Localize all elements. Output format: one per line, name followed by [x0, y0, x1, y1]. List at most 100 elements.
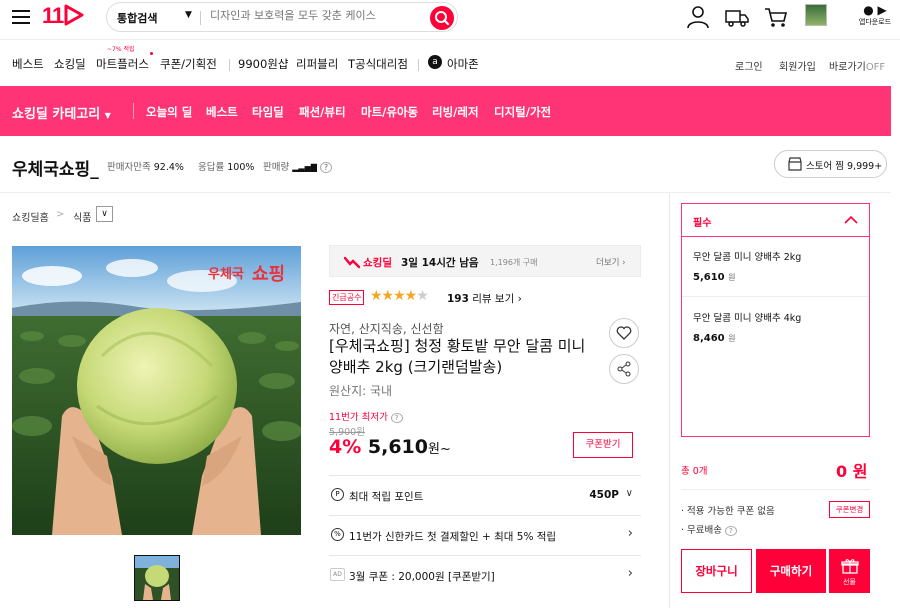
benefit-label: 11번가 신한카드 첫 결제할인 + 최대 5% 적립 — [349, 531, 557, 543]
tab-living-leisure[interactable]: 리빙/레저 — [432, 104, 479, 120]
image-overlay-text-1: 우체국 — [208, 267, 244, 282]
tab-mart-kids[interactable]: 마트/유아동 — [361, 104, 418, 120]
category-dropdown[interactable]: 쇼킹딜 카테고리 ▼ — [12, 103, 111, 122]
product-origin: 원산지: 국내 — [329, 384, 393, 398]
gift-button[interactable]: 선물 — [829, 549, 870, 593]
shortcut-toggle[interactable]: 바로가기OFF — [829, 58, 885, 73]
shocking-deal-bar: 쇼킹딜 카테고리 ▼ 오늘의 딜 베스트 타임딜 패션/뷰티 마트/유아동 리빙… — [0, 86, 891, 136]
rating-stars: ★★★★★ — [370, 288, 429, 304]
chevron-down-icon: ∨ — [625, 488, 633, 499]
info-icon[interactable]: ? — [390, 413, 403, 423]
gift-label: 선물 — [843, 578, 856, 586]
info-icon[interactable]: ? — [725, 526, 737, 536]
seller-name[interactable]: 우체국쇼핑_ — [12, 155, 99, 180]
tab-time-deal[interactable]: 타임딜 — [252, 104, 284, 120]
satisfaction-label: 판매자만족 — [107, 162, 151, 173]
gift-icon — [840, 559, 859, 574]
review-link[interactable]: 193 리뷰 보기 › — [447, 291, 522, 306]
benefit-row-card[interactable]: % 11번가 신한카드 첫 결제할인 + 최대 5% 적립 › — [329, 515, 641, 555]
help-icon[interactable]: ? — [319, 162, 333, 173]
apple-play-icon: ● ▶ — [863, 3, 887, 17]
nav-coupon[interactable]: 쿠폰/기획전 — [160, 56, 217, 72]
nav-shocking-deal[interactable]: 쇼킹딜 — [54, 56, 86, 72]
app-download-label: 앱다운로드 — [858, 18, 892, 26]
option-price-value: 8,460 — [693, 333, 725, 344]
option-item[interactable]: 무안 달콤 미니 양배추 4kg 8,460 원 — [682, 298, 869, 358]
product-image[interactable]: 우체국 쇼핑 — [12, 246, 301, 535]
option-item[interactable]: 무안 달콤 미니 양배추 2kg 5,610 원 — [682, 237, 869, 297]
nav-9900[interactable]: 9900원샵 — [238, 56, 288, 72]
nav-amazon[interactable]: 아마존 — [447, 56, 479, 72]
store-favorite-button[interactable]: 스토어 찜 9,999+ — [774, 150, 887, 178]
tab-today-deal[interactable]: 오늘의 딜 — [146, 104, 192, 120]
deal-purchase-count: 1,196개 구매 — [490, 258, 538, 267]
option-price: 8,460 원 — [693, 333, 736, 344]
satisfaction-value: 92.4% — [153, 162, 184, 173]
add-to-cart-button[interactable]: 장바구니 — [681, 549, 752, 593]
deal-remaining-time: 3일 14시간 남음 — [401, 257, 479, 269]
share-button[interactable] — [609, 354, 639, 384]
cart-icon[interactable] — [763, 4, 789, 30]
nav-mart-plus[interactable]: 마트플러스 — [96, 56, 149, 72]
heart-icon — [616, 326, 632, 340]
mart-point-tag: ~7% 적립 — [107, 46, 135, 53]
login-link[interactable]: 로그인 — [735, 58, 763, 73]
price-unit: 원~ — [428, 442, 451, 457]
menu-icon[interactable] — [12, 6, 30, 28]
shocking-deal-icon — [344, 256, 360, 269]
options-header[interactable]: 필수 — [682, 204, 869, 237]
benefit-row-points[interactable]: P 최대 적립 포인트 450P ∨ — [329, 475, 641, 515]
recent-view-thumbnail[interactable] — [805, 4, 827, 26]
thumbnail-1[interactable] — [134, 555, 180, 601]
discount-rate: 4% — [329, 436, 362, 458]
option-price-value: 5,610 — [693, 272, 725, 283]
breadcrumb-dropdown-icon[interactable]: ∨ — [96, 206, 113, 222]
coupon-download-button[interactable]: 쿠폰받기 — [573, 432, 633, 458]
option-price: 5,610 원 — [693, 272, 736, 283]
shipping-text: 무료배송 — [687, 525, 723, 536]
product-subtitle: 자연, 산지직송, 신선함 — [329, 322, 444, 336]
breadcrumb-home[interactable]: 쇼킹딜홈 — [12, 209, 49, 224]
volume-bars-icon: ▂▃▅▇ — [292, 163, 317, 172]
join-link[interactable]: 회원가입 — [779, 58, 816, 73]
search-input[interactable] — [210, 9, 428, 22]
tab-best[interactable]: 베스트 — [206, 104, 238, 120]
shortcut-state: OFF — [865, 62, 886, 73]
benefit-row-coupon[interactable]: AD 3월 쿠폰 : 20,000원 [쿠폰받기] › — [329, 555, 641, 595]
deal-more-link[interactable]: 더보기 › — [596, 256, 626, 268]
shipping-info: · 무료배송 ? — [681, 522, 737, 536]
delivery-truck-icon[interactable] — [724, 4, 750, 30]
search-button[interactable] — [430, 6, 454, 30]
seller-response: 응답률 100% — [198, 159, 254, 173]
coupon-change-button[interactable]: 쿠폰변경 — [829, 501, 870, 518]
nav-best[interactable]: 베스트 — [12, 56, 44, 72]
coupon-status-text: 적용 가능한 쿠폰 없음 — [687, 506, 775, 517]
chevron-down-icon[interactable]: ▼ — [185, 10, 192, 20]
chevron-up-icon — [844, 215, 858, 224]
point-icon: P — [331, 488, 344, 501]
lowest-label-text: 11번가 최저가 — [329, 412, 388, 423]
option-price-unit: 원 — [728, 273, 736, 282]
buy-now-button[interactable]: 구매하기 — [756, 549, 826, 593]
app-download[interactable]: ● ▶ 앱다운로드 — [855, 3, 895, 27]
wishlist-button[interactable] — [609, 318, 639, 348]
nav-t-store[interactable]: T공식대리점 — [348, 56, 408, 72]
category-dropdown-label: 쇼킹딜 카테고리 — [12, 107, 101, 122]
benefit-value: 450P — [589, 489, 619, 501]
seller-satisfaction: 판매자만족 92.4% — [107, 159, 184, 173]
user-icon[interactable] — [685, 4, 711, 30]
ad-icon: AD — [330, 568, 345, 581]
chevron-right-icon: › — [627, 526, 633, 541]
tab-fashion-beauty[interactable]: 패션/뷰티 — [299, 104, 346, 120]
options-title: 필수 — [693, 218, 712, 229]
review-count: 193 — [447, 293, 469, 305]
review-label: 리뷰 보기 — [472, 293, 515, 305]
chevron-right-icon: › — [627, 566, 633, 581]
search-category-select[interactable]: 통합검색 — [117, 10, 157, 26]
benefit-label: 최대 적립 포인트 — [349, 491, 424, 503]
nav-refurb[interactable]: 리퍼블리 — [296, 56, 338, 72]
tab-digital[interactable]: 디지털/가전 — [494, 104, 551, 120]
logo[interactable]: 11 — [42, 3, 85, 29]
coupon-status: · 적용 가능한 쿠폰 없음 — [681, 506, 775, 517]
breadcrumb-category[interactable]: 식품 — [73, 209, 91, 224]
